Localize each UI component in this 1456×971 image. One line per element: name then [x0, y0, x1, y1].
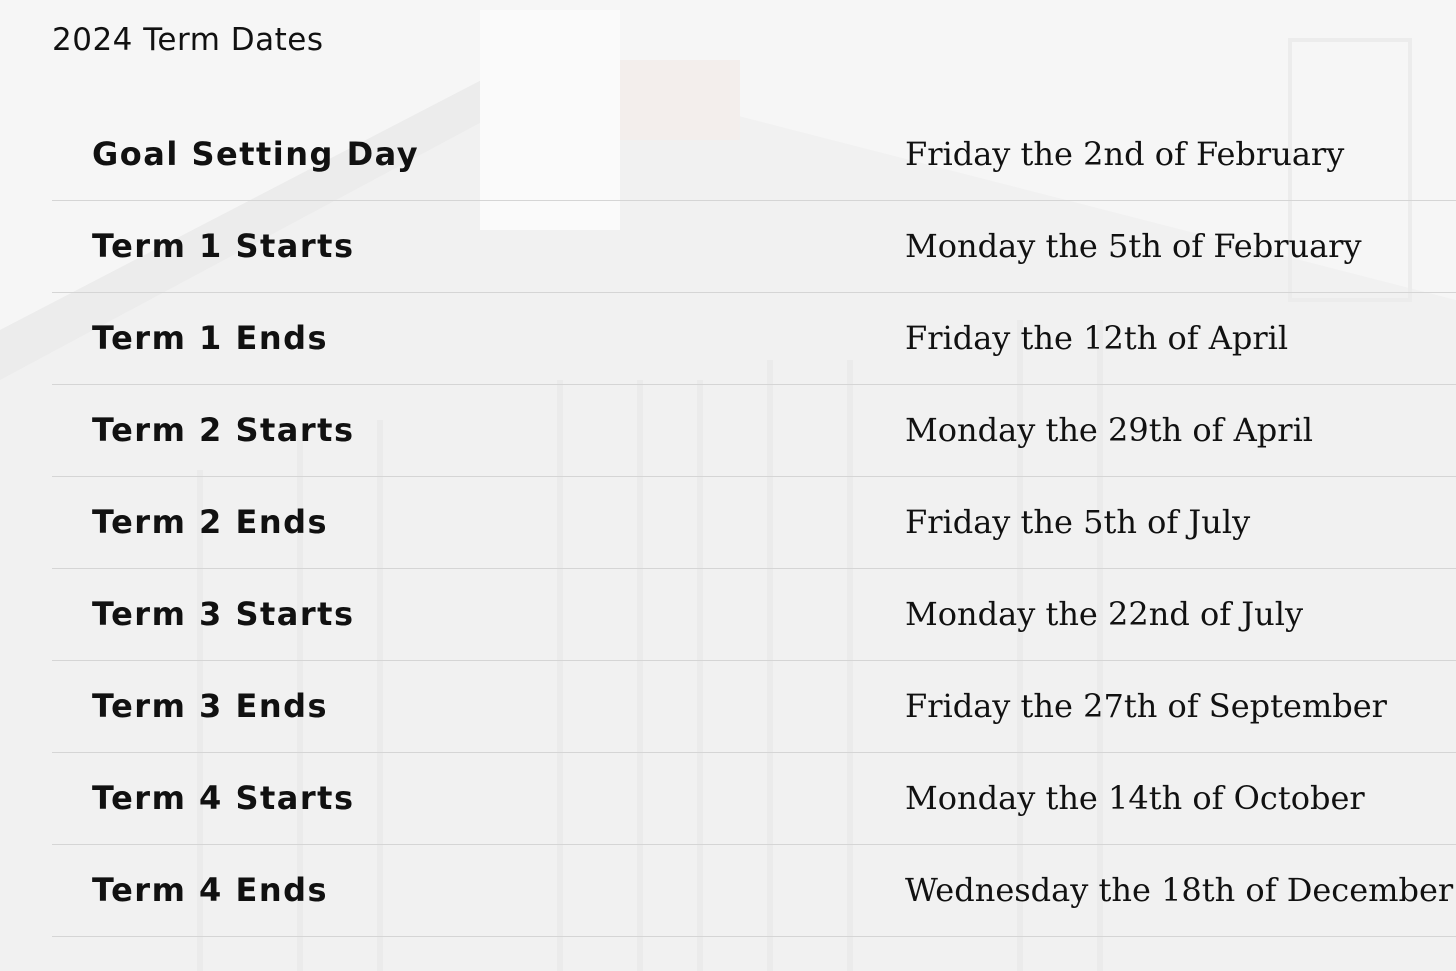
event-name: Term 3 Ends: [92, 687, 329, 725]
table-row: Term 2 Starts Monday the 29th of April: [52, 384, 1456, 476]
table-row: Term 1 Starts Monday the 5th of February: [52, 200, 1456, 292]
term-dates-table: Goal Setting Day Friday the 2nd of Febru…: [52, 108, 1456, 937]
event-name: Term 3 Starts: [92, 595, 355, 633]
event-name: Term 2 Ends: [92, 503, 329, 541]
event-date: Friday the 12th of April: [905, 319, 1289, 357]
table-row: Goal Setting Day Friday the 2nd of Febru…: [52, 108, 1456, 200]
event-name: Term 2 Starts: [92, 411, 355, 449]
event-date: Monday the 5th of February: [905, 227, 1362, 265]
event-date: Monday the 14th of October: [905, 779, 1365, 817]
event-date: Friday the 5th of July: [905, 503, 1251, 541]
event-date: Monday the 22nd of July: [905, 595, 1304, 633]
table-row: Term 3 Starts Monday the 22nd of July: [52, 568, 1456, 660]
table-row: Term 1 Ends Friday the 12th of April: [52, 292, 1456, 384]
event-name: Term 1 Starts: [92, 227, 355, 265]
event-date: Friday the 2nd of February: [905, 134, 1345, 173]
table-row: Term 4 Ends Wednesday the 18th of Decemb…: [52, 844, 1456, 936]
table-row: Term 3 Ends Friday the 27th of September: [52, 660, 1456, 752]
table-row: Term 4 Starts Monday the 14th of October: [52, 752, 1456, 844]
event-name: Term 4 Ends: [92, 871, 329, 909]
event-date: Wednesday the 18th of December: [905, 871, 1454, 909]
event-name: Term 1 Ends: [92, 319, 329, 357]
event-date: Monday the 29th of April: [905, 411, 1314, 449]
page-title: 2024 Term Dates: [52, 22, 324, 58]
table-row: Term 2 Ends Friday the 5th of July: [52, 476, 1456, 568]
event-name: Term 4 Starts: [92, 779, 355, 817]
event-date: Friday the 27th of September: [905, 687, 1387, 725]
event-name: Goal Setting Day: [92, 134, 420, 173]
